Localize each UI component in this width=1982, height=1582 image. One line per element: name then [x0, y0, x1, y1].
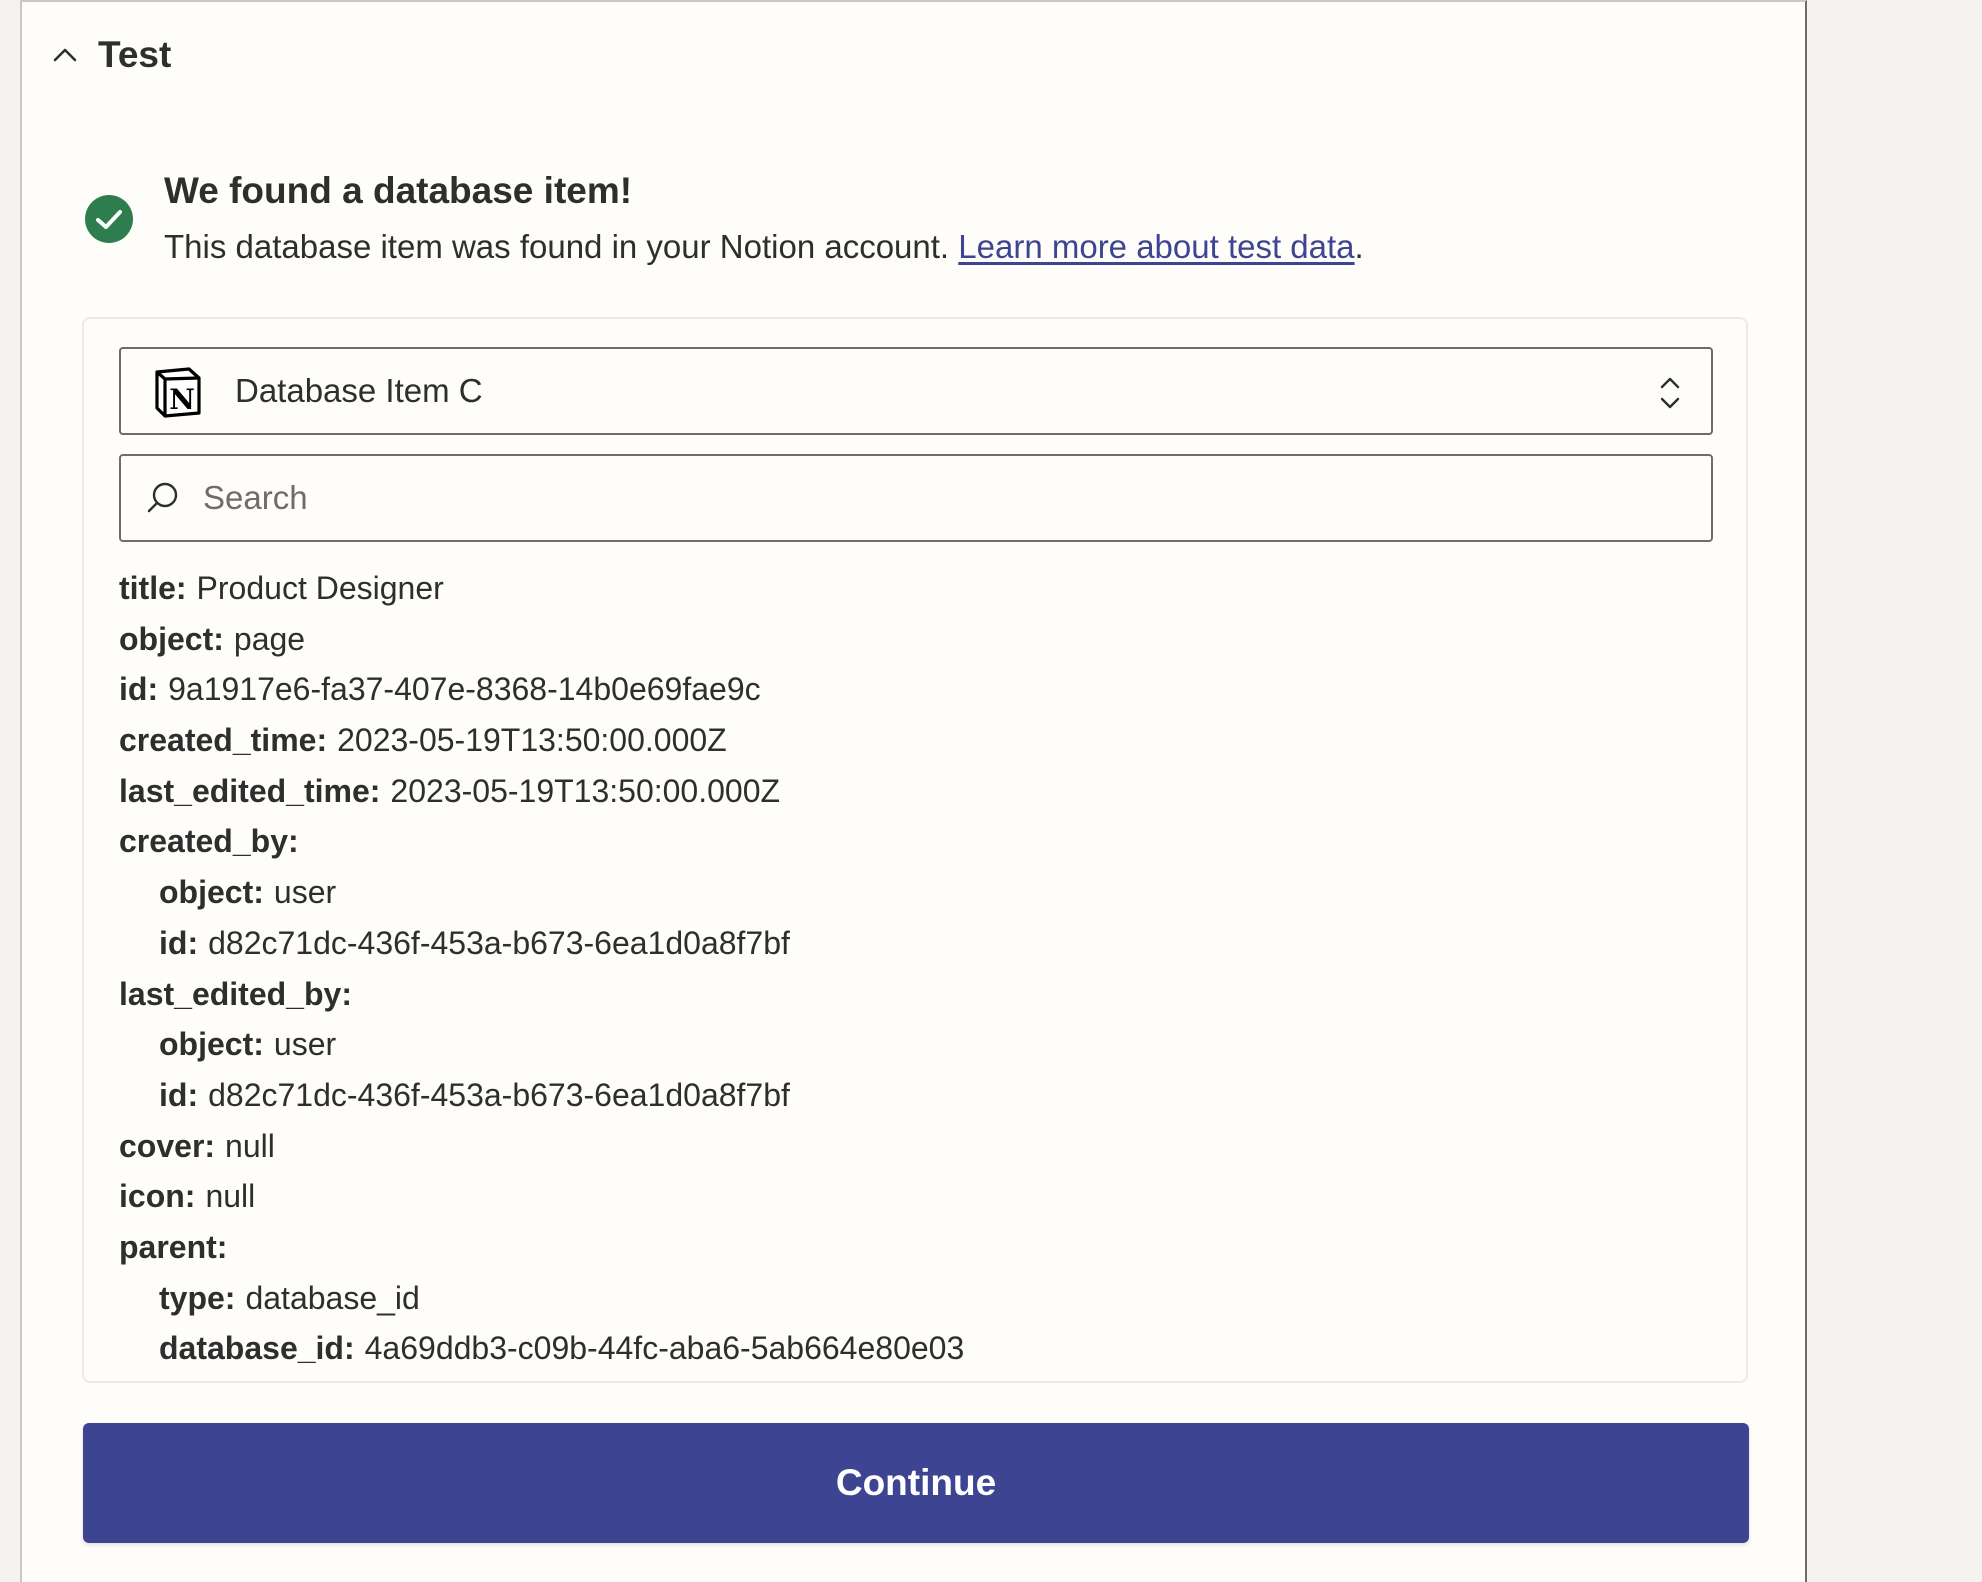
field-value: user — [273, 1026, 337, 1063]
data-field-row: cover: null — [119, 1121, 1699, 1172]
field-value: 2023-05-19T13:50:00.000Z — [337, 722, 727, 759]
field-key: created_time: — [119, 722, 328, 759]
test-section-toggle[interactable]: Test — [50, 30, 171, 80]
field-value: page — [233, 620, 306, 657]
field-value: user — [273, 874, 337, 911]
result-description-end: . — [1354, 228, 1364, 265]
data-field-row: object: page — [119, 614, 1699, 665]
data-field-row: object: user — [119, 1019, 1699, 1070]
data-field-row: id: 9a1917e6-fa37-407e-8368-14b0e69fae9c — [119, 664, 1699, 715]
data-field-row: id: d82c71dc-436f-453a-b673-6ea1d0a8f7bf — [119, 918, 1699, 969]
chevron-up-icon — [50, 40, 80, 70]
field-key: object: — [119, 620, 224, 657]
notion-logo: N — [155, 367, 201, 418]
field-key: database_id: — [159, 1330, 355, 1367]
field-value: Product Designer — [196, 570, 444, 606]
data-field-row: last_edited_time: 2023-05-19T13:50:00.000… — [119, 766, 1699, 817]
data-field-row: created_time: 2023-05-19T13:50:00.000Z — [119, 715, 1699, 766]
field-value: 2023-05-19T13:50:00.000Z — [390, 772, 781, 809]
data-field-row: id: d82c71dc-436f-453a-b673-6ea1d0a8f7bf — [119, 1070, 1699, 1121]
selector-value: Database Item C — [235, 372, 483, 409]
data-field-row: type: database_id — [119, 1273, 1699, 1324]
search-icon — [147, 482, 178, 513]
field-value: d82c71dc-436f-453a-b673-6ea1d0a8f7bf — [208, 1076, 790, 1113]
data-field-row: created_by: — [119, 816, 1699, 867]
field-value: null — [205, 1178, 256, 1215]
field-value: null — [225, 1127, 275, 1164]
field-key: cover: — [119, 1127, 216, 1164]
field-value: d82c71dc-436f-453a-b673-6ea1d0a8f7bf — [208, 924, 790, 961]
field-value: 4a69ddb3-c09b-44fc-aba6-5ab664e80e03 — [364, 1330, 965, 1367]
field-key: id: — [159, 1076, 199, 1113]
field-key: icon: — [119, 1178, 196, 1215]
result-description: This database item was found in your Not… — [164, 228, 1364, 266]
data-field-row: last_edited_by: — [119, 969, 1699, 1020]
learn-more-link[interactable]: Learn more about test data — [958, 228, 1354, 265]
field-value: 9a1917e6-fa37-407e-8368-14b0e69fae9c — [168, 671, 761, 708]
field-key: object: — [159, 874, 264, 911]
test-panel: Test We found a database item! This data… — [20, 0, 1807, 1582]
svg-text:N: N — [169, 383, 195, 416]
data-field-row: icon: null — [119, 1171, 1699, 1222]
search-input[interactable] — [201, 467, 1711, 529]
data-card: N Database Item C title:Product Designer… — [82, 317, 1748, 1383]
field-key: object: — [159, 1026, 264, 1063]
field-key: title: — [119, 570, 187, 606]
section-title: Test — [98, 34, 172, 75]
data-field-row: database_id: 4a69ddb3-c09b-44fc-aba6-5ab6… — [119, 1323, 1699, 1374]
field-key: type: — [159, 1279, 236, 1316]
data-field-row: title: Product Designer — [119, 563, 1699, 614]
field-key: id: — [159, 924, 199, 961]
search-box — [119, 454, 1713, 542]
continue-button[interactable]: Continue — [83, 1423, 1749, 1543]
database-item-selector[interactable]: N Database Item C — [119, 347, 1713, 435]
field-key: id: — [119, 671, 159, 708]
field-key: last_edited_by: — [119, 975, 352, 1012]
result-title: We found a database item! — [164, 170, 633, 211]
field-key: parent: — [119, 1228, 228, 1265]
field-value: database_id — [245, 1279, 420, 1316]
data-field-row: object: user — [119, 867, 1699, 918]
check-circle-icon — [85, 195, 133, 243]
field-key: last_edited_time: — [119, 772, 381, 809]
field-key: created_by: — [119, 823, 299, 860]
data-fields: title: Product Designer object: page id: 9a19… — [119, 563, 1699, 1374]
data-field-row: parent: — [119, 1222, 1699, 1273]
result-description-text: This database item was found in your Not… — [164, 228, 959, 265]
chevron-up-down-icon — [1660, 377, 1680, 409]
